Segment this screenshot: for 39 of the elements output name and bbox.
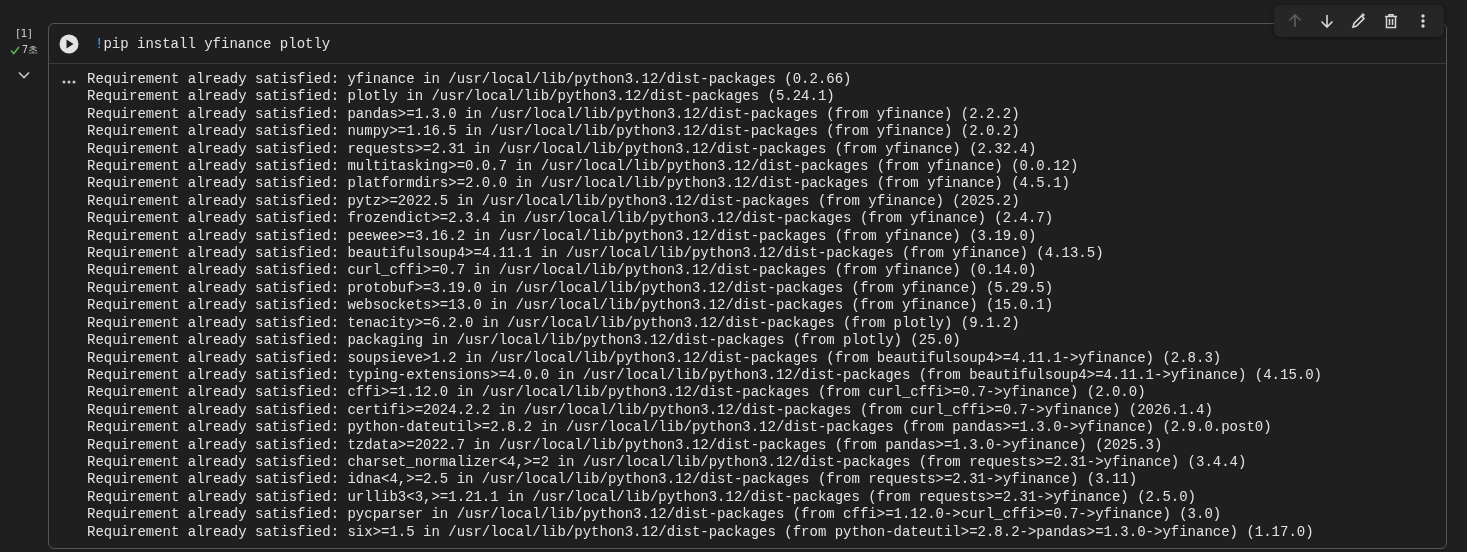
code-line[interactable]: !pip install yfinance plotly <box>95 35 331 52</box>
chevron-icon <box>18 71 30 79</box>
output-menu-icon[interactable] <box>62 80 76 84</box>
output-line: Requirement already satisfied: beautifulsoup4>=4.11.1 in /usr/local/lib/python3.12/dist-packages (from yfinance) (4.13.5) <box>87 245 1104 263</box>
output-line: Requirement already satisfied: peewee>=3.16.2 in /usr/local/lib/python3.12/dist-packages (from yfinance) (3.19.0) <box>87 227 1037 246</box>
trash-icon <box>1383 13 1399 29</box>
play-icon <box>59 33 79 54</box>
more-icon <box>1421 13 1425 29</box>
output-line: Requirement already satisfied: websockets>=13.0 in /usr/local/lib/python3.12/dist-packages (from yfinance) (15.0.1) <box>87 297 1054 315</box>
output-line: Requirement already satisfied: pycparser in /usr/local/lib/python3.12/dist-packages (from cffi>=1.12.0->curl_cffi>=0.7->yfinance) (3.0) <box>87 506 1222 524</box>
output-line: Requirement already satisfied: numpy>=1.16.5 in /usr/local/lib/python3.12/dist-packages (from yfinance) (2.0.2) <box>87 123 1020 141</box>
sparkle-pencil-icon <box>1350 12 1368 30</box>
output-line: Requirement already satisfied: tzdata>=2022.7 in /usr/local/lib/python3.12/dist-packages (from pandas>=1.3.0->yfinance) (2025.3) <box>87 436 1163 454</box>
output-line: Requirement already satisfied: python-dateutil>=2.8.2 in /usr/local/lib/python3.12/dist-packages (from pandas>=1.3.0->yfinance) (2.9.0.post0) <box>87 419 1272 437</box>
arrow-down-icon <box>1319 13 1335 29</box>
output-line: Requirement already satisfied: plotly in /usr/local/lib/python3.12/dist-packages (5.24.1) <box>87 88 835 106</box>
execution-count: [1] <box>16 27 32 40</box>
output-line: Requirement already satisfied: multitasking>=0.0.7 in /usr/local/lib/python3.12/dist-packages (from yfinance) (0.0.12) <box>87 158 1079 176</box>
output-line: Requirement already satisfied: frozendict>=2.3.4 in /usr/local/lib/python3.12/dist-packages (from yfinance) (2.4.7) <box>87 210 1054 228</box>
output-line: Requirement already satisfied: requests>=2.31 in /usr/local/lib/python3.12/dist-packages (from yfinance) (2.32.4) <box>87 140 1037 159</box>
output-line: Requirement already satisfied: soupsieve>1.2 in /usr/local/lib/python3.12/dist-packages (from beautifulsoup4>=4.11.1->yfinance) (2.8.3) <box>87 349 1222 367</box>
output-line: Requirement already satisfied: certifi>=2024.2.2 in /usr/local/lib/python3.12/dist-packages (from curl_cffi>=0.7->yfinance) (2026.1.4) <box>87 401 1213 420</box>
output-line: Requirement already satisfied: packaging in /usr/local/lib/python3.12/dist-packages (from plotly) (25.0) <box>87 332 961 350</box>
output-line: Requirement already satisfied: pandas>=1.3.0 in /usr/local/lib/python3.12/dist-packages (from yfinance) (2.2.2) <box>87 105 1020 124</box>
output-line: Requirement already satisfied: cffi>=1.12.0 in /usr/local/lib/python3.12/dist-packages (from curl_cffi>=0.7->yfinance) (2.0.0) <box>87 384 1146 402</box>
output-line: Requirement already satisfied: protobuf>=3.19.0 in /usr/local/lib/python3.12/dist-packages (from yfinance) (5.29.5) <box>87 279 1054 298</box>
run-button[interactable] <box>59 33 79 54</box>
output-line: Requirement already satisfied: pytz>=2022.5 in /usr/local/lib/python3.12/dist-packages (from yfinance) (2025.2) <box>87 192 1020 211</box>
output-line: Requirement already satisfied: platformdirs>=2.0.0 in /usr/local/lib/python3.12/dist-packages (from yfinance) (4.5.1) <box>87 175 1070 193</box>
arrow-up-icon <box>1287 13 1303 29</box>
run-duration: 7초 <box>21 43 39 57</box>
output-line: Requirement already satisfied: urllib3<3,>=1.21.1 in /usr/local/lib/python3.12/dist-packages (from requests>=2.31->yfinance) (2.5.0) <box>87 488 1196 507</box>
output-line: Requirement already satisfied: tenacity>=6.2.0 in /usr/local/lib/python3.12/dist-packages (from plotly) (9.1.2) <box>87 314 1020 333</box>
output-line: Requirement already satisfied: charset_normalizer<4,>=2 in /usr/local/lib/python3.12/dist-packages (from requests>=2.31->yfinance) (3.4.4) <box>87 453 1247 472</box>
output-line: Requirement already satisfied: yfinance in /usr/local/lib/python3.12/dist-packages (0.2.66) <box>87 71 852 89</box>
output-line: Requirement already satisfied: six>=1.5 in /usr/local/lib/python3.12/dist-packages (from python-dateutil>=2.8.2->pandas>=1.3.0->yfinance) (1.17.0) <box>87 523 1314 541</box>
output-line: Requirement already satisfied: idna<4,>=2.5 in /usr/local/lib/python3.12/dist-packages (from requests>=2.31->yfinance) (3.11) <box>87 471 1138 489</box>
output-line: Requirement already satisfied: typing-extensions>=4.0.0 in /usr/local/lib/python3.12/dist-packages (from beautifulsoup4>=4.11.1->yfinance) (4.15.0) <box>87 366 1322 385</box>
output-line: Requirement already satisfied: curl_cffi>=0.7 in /usr/local/lib/python3.12/dist-packages (from yfinance) (0.14.0) <box>87 262 1037 280</box>
